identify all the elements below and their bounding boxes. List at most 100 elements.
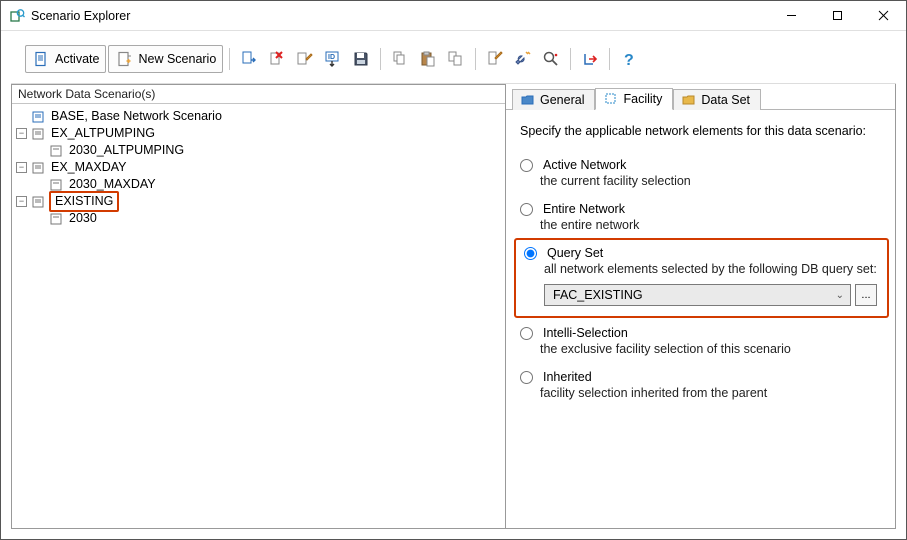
minimize-button[interactable] [768,1,814,30]
radio-label: Entire Network [543,202,625,216]
tree-label: BASE, Base Network Scenario [49,108,224,125]
scenario-icon [49,212,63,226]
tree-expander[interactable]: − [16,196,27,207]
paste-icon [419,50,437,68]
id-icon: ID [324,50,342,68]
maximize-button[interactable] [814,1,860,30]
wrench-icon [514,50,532,68]
query-dropdown-row: FAC_EXISTING ⌄ ... [544,284,877,306]
dataset-icon [682,93,696,107]
facility-icon [604,92,618,106]
svg-text:ID: ID [328,54,335,61]
tab-general[interactable]: General [512,89,595,110]
tree-node-maxday[interactable]: − EX_MAXDAY [16,159,501,176]
radio-active-input[interactable] [520,159,533,172]
delete-button[interactable] [264,45,290,73]
save-button[interactable] [348,45,374,73]
scenario-tree-pane: Network Data Scenario(s) BASE, Base Netw… [11,84,506,529]
radio-query-block: Query Set all network elements selected … [514,238,889,318]
toolbar-sep [475,48,476,70]
tree-expander [34,179,45,190]
tab-facility[interactable]: Facility [595,88,673,110]
radio-inherited-block: Inherited facility selection inherited f… [520,366,881,410]
tree-node-base[interactable]: BASE, Base Network Scenario [16,108,501,125]
radio-query[interactable]: Query Set [524,246,877,260]
edit-icon [296,50,314,68]
dropdown-value: FAC_EXISTING [553,288,643,302]
tree-label: EXISTING [49,191,119,212]
tree-label: 2030 [67,210,99,227]
tools-button[interactable] [510,45,536,73]
tab-label: Facility [623,92,662,106]
tab-label: Data Set [701,93,750,107]
duplicate-button[interactable] [443,45,469,73]
close-button[interactable] [860,1,906,30]
scenario-icon [31,161,45,175]
query-set-dropdown[interactable]: FAC_EXISTING ⌄ [544,284,851,306]
copy-button[interactable] [387,45,413,73]
tree-expander[interactable]: − [16,162,27,173]
radio-inherited-input[interactable] [520,371,533,384]
export-icon [581,50,599,68]
edit-button[interactable] [292,45,318,73]
id-button[interactable]: ID [320,45,346,73]
tree-expander[interactable]: − [16,128,27,139]
tree-label: 2030_ALTPUMPING [67,142,186,159]
tree-node-altpumping-child[interactable]: 2030_ALTPUMPING [16,142,501,159]
scenario-icon [49,178,63,192]
detail-tabs: General Facility Data Set [506,84,895,110]
radio-sub: the current facility selection [540,174,881,188]
radio-sub: the entire network [540,218,881,232]
scenario-tree[interactable]: BASE, Base Network Scenario − EX_ALTPUMP… [12,104,505,231]
export-button[interactable] [577,45,603,73]
folder-icon [521,93,535,107]
app-icon [9,8,25,24]
delete-icon [268,50,286,68]
toolbar-sep [229,48,230,70]
radio-active[interactable]: Active Network [520,158,881,172]
scenario-icon [31,110,45,124]
facility-radio-group: Active Network the current facility sele… [520,154,881,410]
new-scenario-button[interactable]: New Scenario [108,45,223,73]
radio-entire[interactable]: Entire Network [520,202,881,216]
radio-intelli-input[interactable] [520,327,533,340]
radio-entire-input[interactable] [520,203,533,216]
import-button[interactable] [236,45,262,73]
tree-node-existing-child[interactable]: 2030 [16,210,501,227]
chevron-down-icon: ⌄ [836,290,844,301]
more-label: ... [861,289,870,301]
radio-sub: the exclusive facility selection of this… [540,342,881,356]
query-more-button[interactable]: ... [855,284,877,306]
compose-button[interactable] [482,45,508,73]
main-split: Network Data Scenario(s) BASE, Base Netw… [11,83,896,529]
activate-button[interactable]: Activate [25,45,106,73]
scenario-icon [49,144,63,158]
search-button[interactable] [538,45,564,73]
titlebar: Scenario Explorer [1,1,906,31]
tree-node-altpumping[interactable]: − EX_ALTPUMPING [16,125,501,142]
tree-label: EX_ALTPUMPING [49,125,157,142]
tree-node-existing[interactable]: − EXISTING [16,193,501,210]
radio-query-input[interactable] [524,247,537,260]
radio-active-block: Active Network the current facility sele… [520,154,881,198]
tree-expander [34,145,45,156]
document-icon [32,50,50,68]
toolbar-sep [609,48,610,70]
tab-dataset[interactable]: Data Set [673,89,761,110]
help-button[interactable]: ? [616,45,642,73]
radio-intelli-block: Intelli-Selection the exclusive facility… [520,322,881,366]
toolbar-sep [380,48,381,70]
tab-label: General [540,93,584,107]
compose-icon [486,50,504,68]
scenario-tree-header: Network Data Scenario(s) [12,85,505,104]
radio-inherited[interactable]: Inherited [520,370,881,384]
save-icon [352,50,370,68]
radio-intelli[interactable]: Intelli-Selection [520,326,881,340]
scenario-explorer-window: Scenario Explorer Activate New Scenari [0,0,907,540]
paste-button[interactable] [415,45,441,73]
import-icon [240,50,258,68]
toolbar-sep [570,48,571,70]
help-icon: ? [620,50,638,68]
facility-form: Specify the applicable network elements … [506,110,895,424]
scenario-icon [31,127,45,141]
